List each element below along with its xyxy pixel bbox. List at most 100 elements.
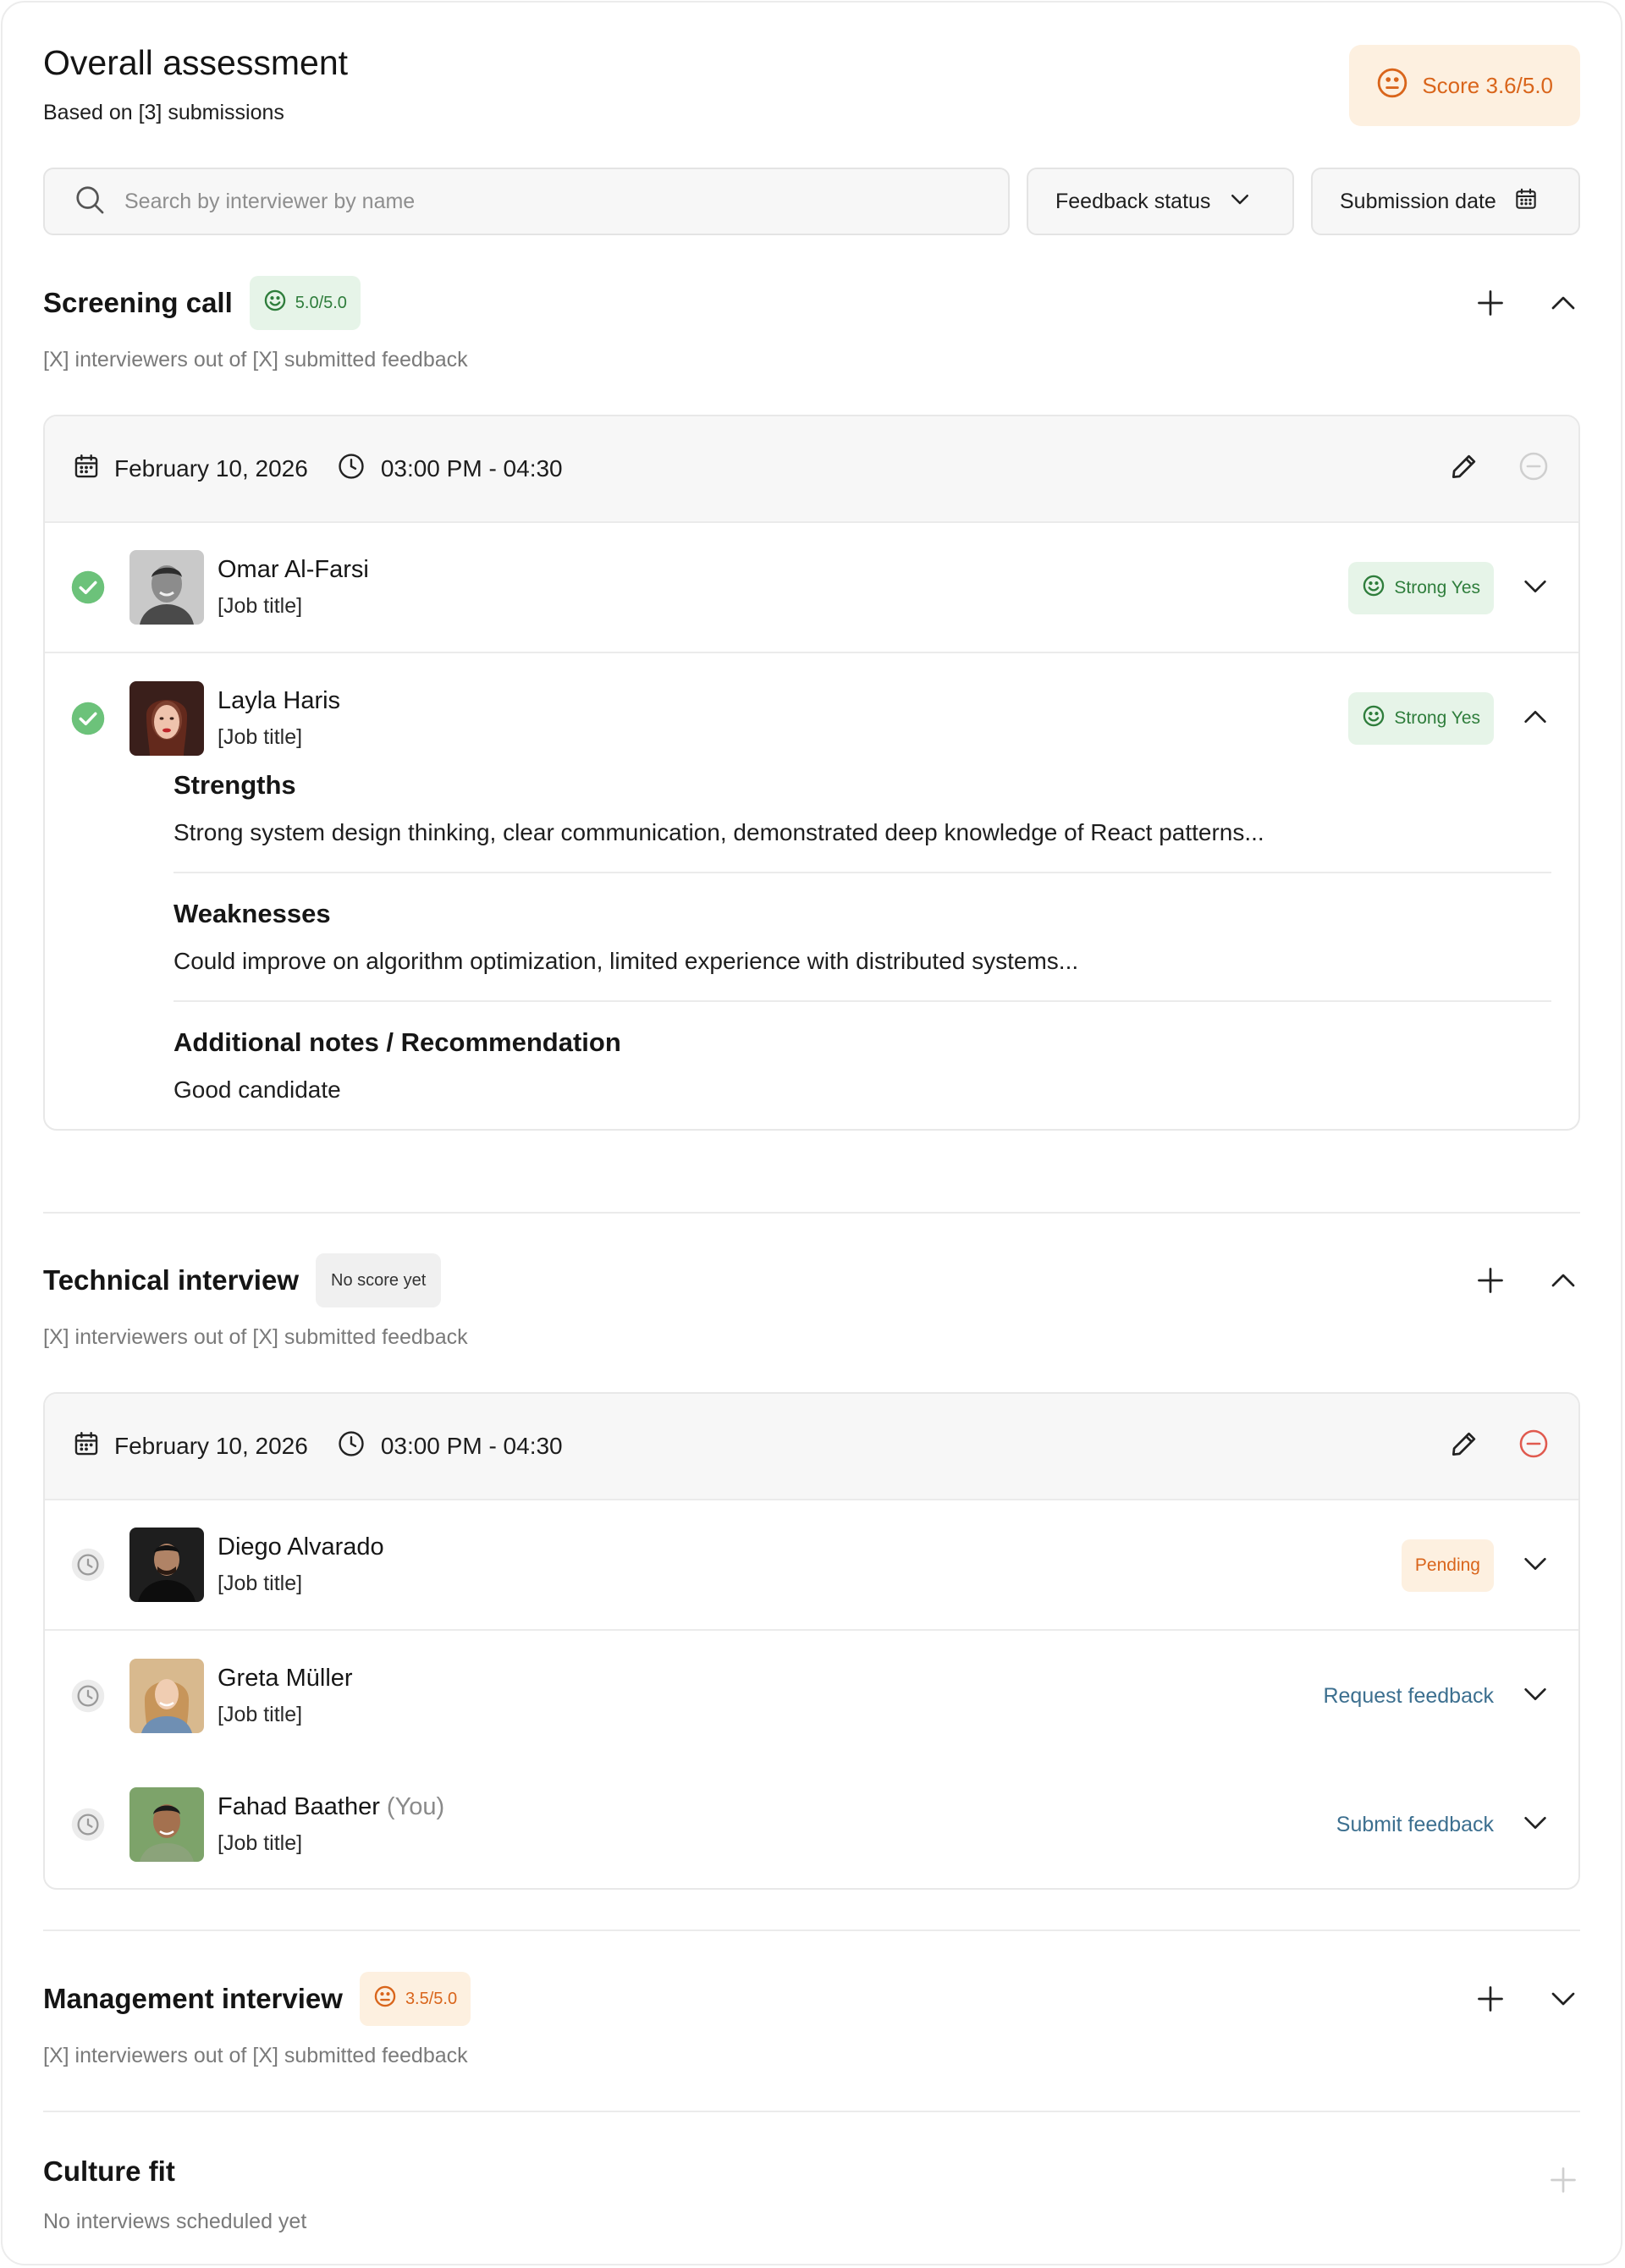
clock-icon [70, 1678, 106, 1714]
section-divider [43, 2111, 1580, 2112]
interviewer-name: Diego Alvarado [218, 1533, 384, 1561]
interview-time-text: 03:00 PM - 04:30 [380, 455, 563, 482]
feedback-text: Strong system design thinking, clear com… [174, 819, 1264, 845]
chevron-up-icon[interactable] [1521, 702, 1550, 735]
search-box[interactable] [43, 168, 1010, 235]
section-technical-interview: Technical interview No score yet [X] int… [43, 1251, 1580, 1890]
section-title: Management interview [43, 1983, 343, 2014]
feedback-status-dropdown[interactable]: Feedback status [1027, 168, 1294, 235]
feedback-status-label: Feedback status [1055, 189, 1211, 213]
row-actions: Strong Yes [1348, 653, 1550, 784]
plus-icon[interactable] [1474, 1263, 1507, 1297]
section-actions [1474, 273, 1580, 333]
section-header: Culture fit [43, 2142, 1580, 2201]
pencil-icon[interactable] [1448, 450, 1480, 488]
card-actions [1448, 1428, 1550, 1466]
interviewer-info: Diego Alvarado [Job title] [218, 1533, 384, 1596]
interviewer-row[interactable]: Omar Al-Farsi [Job title] Strong Yes [45, 523, 1578, 653]
calendar-icon [72, 1429, 101, 1464]
search-icon [74, 184, 106, 220]
clock-icon [337, 1429, 366, 1464]
interviewer-row[interactable]: Layla Haris [Job title] Strong Yes [45, 653, 1578, 784]
section-actions [1546, 2150, 1580, 2210]
interview-card: February 10, 2026 03:00 PM - 04:30 [43, 1392, 1580, 1890]
section-management-interview: Management interview 3.5/5.0 [X] intervi… [43, 1969, 1580, 2068]
section-divider [43, 1212, 1580, 1214]
interviewer-job-title: [Job title] [218, 1703, 303, 1726]
interview-date-text: February 10, 2026 [114, 1433, 308, 1459]
smile-icon [263, 289, 287, 317]
interviewer-name: Greta Müller [218, 1665, 353, 1692]
chevron-up-icon[interactable] [1546, 1263, 1580, 1297]
section-culture-fit: Culture fit No interviews scheduled yet [43, 2142, 1580, 2234]
section-title: Culture fit [43, 2155, 175, 2187]
chevron-down-icon[interactable] [1521, 1550, 1550, 1583]
avatar [129, 550, 204, 625]
interviewer-job-title: [Job title] [218, 594, 303, 618]
verdict-label: Strong Yes [1394, 708, 1480, 728]
row-actions: Request feedback [1323, 1631, 1550, 1761]
chevron-down-icon[interactable] [1521, 1680, 1550, 1713]
smile-icon [1362, 574, 1385, 603]
plus-icon[interactable] [1474, 1982, 1507, 2016]
assessment-panel: Overall assessment Based on [3] submissi… [1, 1, 1622, 2265]
interviewer-name-text: Fahad Baather [218, 1793, 380, 1820]
pending-badge: Pending [1401, 1539, 1494, 1592]
smile-icon [1362, 704, 1385, 733]
neutral-face-icon [373, 1984, 397, 2013]
section-subtitle: [X] interviewers out of [X] submitted fe… [43, 1325, 468, 1349]
plus-icon[interactable] [1474, 286, 1507, 320]
search-input[interactable] [124, 189, 1008, 214]
interviewer-info: Omar Al-Farsi [Job title] [218, 556, 369, 619]
feedback-weaknesses: Weaknesses Could improve on algorithm op… [174, 873, 1551, 1002]
submission-date-picker[interactable]: Submission date [1311, 168, 1580, 235]
avatar [129, 1787, 204, 1862]
interviewer-job-title: [Job title] [218, 725, 303, 749]
section-score-label: 3.5/5.0 [405, 1989, 458, 2008]
interview-time-text: 03:00 PM - 04:30 [380, 1433, 563, 1459]
chevron-down-icon[interactable] [1546, 1982, 1580, 2016]
check-circle-icon [70, 570, 106, 605]
minus-circle-icon[interactable] [1518, 1428, 1550, 1466]
minus-circle-icon [1518, 450, 1550, 488]
section-subtitle: [X] interviewers out of [X] submitted fe… [43, 348, 468, 372]
feedback-strengths: Strengths Strong system design thinking,… [174, 770, 1551, 873]
card-actions [1448, 450, 1550, 488]
section-divider [43, 1929, 1580, 1931]
verdict-badge: Strong Yes [1348, 562, 1494, 614]
avatar [129, 1659, 204, 1733]
interviewer-job-title: [Job title] [218, 1572, 303, 1595]
chevron-down-icon [1227, 186, 1253, 217]
interview-time: 03:00 PM - 04:30 [337, 452, 563, 487]
clock-icon [70, 1807, 106, 1842]
section-title: Technical interview [43, 1264, 299, 1296]
section-score-badge: 3.5/5.0 [359, 1972, 471, 2026]
chevron-up-icon[interactable] [1546, 286, 1580, 320]
row-actions: Strong Yes [1348, 523, 1550, 653]
section-screening-call: Screening call 5.0/5.0 [X] interviewers … [43, 273, 1580, 1131]
interview-date-text: February 10, 2026 [114, 455, 308, 482]
clock-icon [337, 452, 366, 487]
pencil-icon[interactable] [1448, 1428, 1480, 1466]
request-feedback-link[interactable]: Request feedback [1323, 1684, 1494, 1709]
interviewer-name: Layla Haris [218, 687, 341, 714]
interviewer-info: Layla Haris [Job title] [218, 687, 340, 750]
submit-feedback-link[interactable]: Submit feedback [1336, 1813, 1494, 1837]
chevron-down-icon[interactable] [1521, 572, 1550, 605]
section-header: Management interview 3.5/5.0 [43, 1969, 1580, 2029]
header: Overall assessment Based on [3] submissi… [43, 3, 1580, 129]
feedback-notes: Additional notes / Recommendation Good c… [174, 1002, 1551, 1107]
chevron-down-icon[interactable] [1521, 1808, 1550, 1841]
section-header: Technical interview No score yet [43, 1251, 1580, 1310]
overall-score-badge: Score 3.6/5.0 [1349, 45, 1580, 126]
interview-time: 03:00 PM - 04:30 [337, 1429, 563, 1464]
overall-score-label: Score 3.6/5.0 [1422, 72, 1553, 98]
interview-card: February 10, 2026 03:00 PM - 04:30 [43, 415, 1580, 1131]
check-circle-icon [70, 701, 106, 736]
interviewer-row[interactable]: Fahad Baather (You) [Job title] Submit f… [45, 1761, 1578, 1888]
interviewer-row[interactable]: Diego Alvarado [Job title] Pending [45, 1500, 1578, 1631]
section-subtitle: No interviews scheduled yet [43, 2210, 307, 2233]
interviewer-job-title: [Job title] [218, 1831, 303, 1855]
feedback-text: Could improve on algorithm optimization,… [174, 948, 1079, 974]
interviewer-row[interactable]: Greta Müller [Job title] Request feedbac… [45, 1631, 1578, 1761]
